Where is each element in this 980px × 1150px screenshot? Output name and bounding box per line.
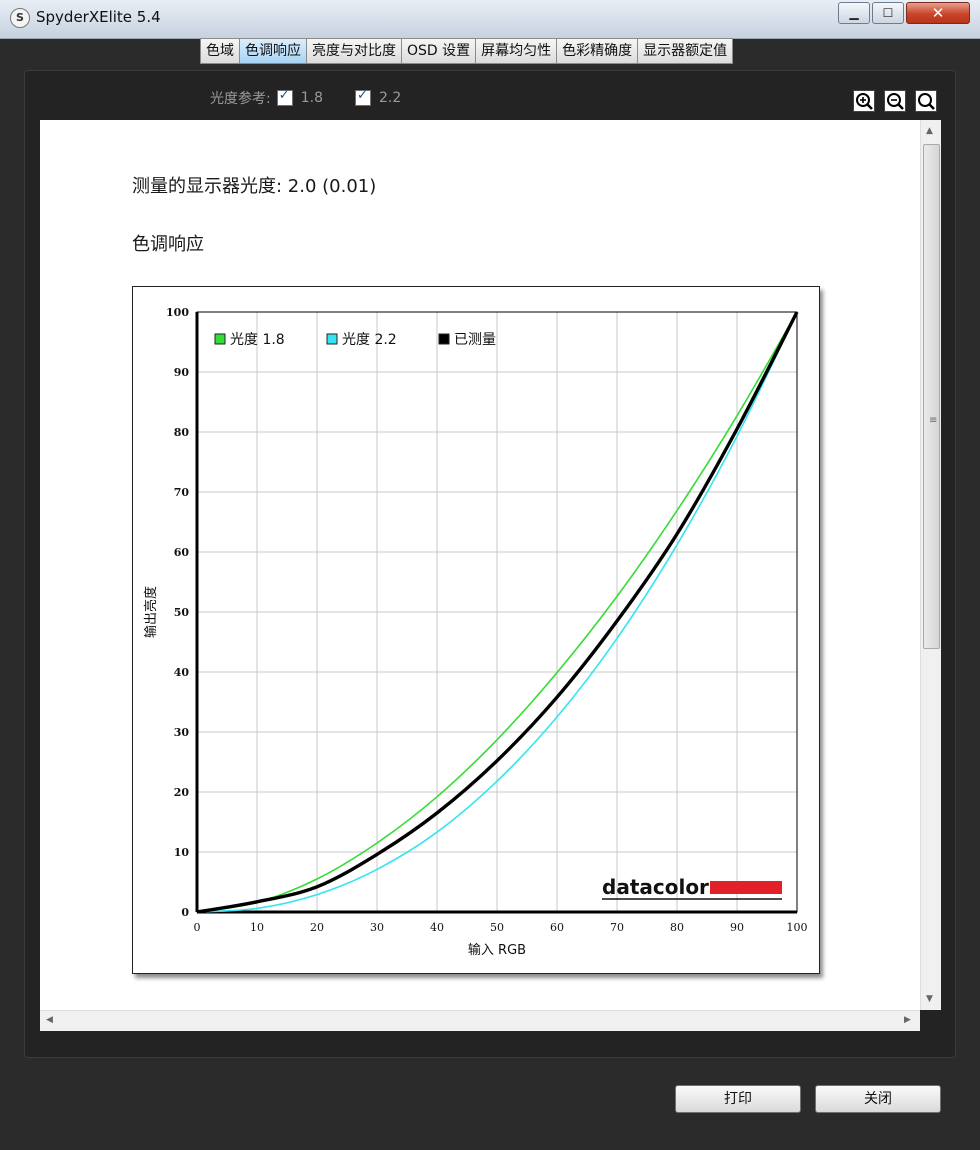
x-tick-label: 20 [310,921,324,934]
legend-swatch [438,333,450,345]
y-tick-label: 90 [174,366,190,379]
y-tick-label: 70 [174,486,190,499]
magnifier-icon [918,93,935,110]
tab-tone-response[interactable]: 色调响应 [239,38,307,64]
tone-response-chart: 0 10 20 30 40 50 60 70 80 90 100 0 10 20 30 40 50 60 70 80 9… [132,286,820,974]
close-window-button[interactable]: ✕ [906,2,970,24]
zoom-out-button[interactable] [884,90,906,112]
zoom-out-icon [887,93,904,110]
legend-label: 光度 1.8 [230,332,285,348]
datacolor-logo-text: datacolor [602,875,709,899]
x-tick-label: 60 [550,921,564,934]
x-tick-label: 80 [670,921,684,934]
minimize-button[interactable]: ▁ [838,2,870,24]
window-title: SpyderXElite 5.4 [36,8,161,26]
print-button[interactable]: 打印 [675,1085,801,1113]
gamma-1-8-label: 1.8 [300,90,323,106]
minimize-icon: ▁ [849,6,859,20]
chart-svg: 0 10 20 30 40 50 60 70 80 90 100 0 10 20 30 40 50 60 70 80 9… [143,306,808,958]
y-axis-label: 输出亮度 [143,586,159,638]
luminance-reference-label: 光度参考: [210,91,271,107]
maximize-icon: ☐ [882,6,894,20]
legend-swatch [326,333,338,345]
y-tick-label: 30 [174,726,190,739]
close-button[interactable]: 关闭 [815,1085,941,1113]
luminance-reference: 光度参考: 1.8 2.2 [210,88,427,108]
grip-icon: ≡ [929,415,938,426]
x-tick-label: 30 [370,921,384,934]
tab-uniformity[interactable]: 屏幕均匀性 [475,38,558,64]
tab-brightness-contrast[interactable]: 亮度与对比度 [306,38,402,64]
horizontal-scrollbar[interactable]: ◀ ▶ [40,1010,920,1031]
close-icon: ✕ [931,4,945,22]
x-tick-label: 70 [610,921,624,934]
tab-color-accuracy[interactable]: 色彩精确度 [556,38,639,64]
x-tick-label: 10 [250,921,264,934]
y-tick-label: 40 [174,666,190,679]
vertical-scrollbar[interactable]: ▲ ≡ ▼ [920,120,941,1010]
y-tick-label: 60 [174,546,190,559]
maximize-button[interactable]: ☐ [872,2,904,24]
gamma-2-2-label: 2.2 [378,90,402,106]
app-icon: S [10,8,30,28]
gamma-1-8-checkbox[interactable] [276,88,293,106]
legend-swatch [214,333,226,345]
y-tick-label: 80 [174,426,190,439]
scroll-down-icon[interactable]: ▼ [926,994,933,1004]
x-tick-label: 50 [490,921,504,934]
y-tick-label: 0 [181,906,189,919]
tab-display-rating[interactable]: 显示器额定值 [637,38,734,64]
x-tick-label: 0 [194,921,201,934]
zoom-reset-button[interactable] [915,90,937,112]
measured-gamma: 测量的显示器光度: 2.0 (0.01) [132,176,377,197]
zoom-in-icon [856,93,873,110]
y-tick-label: 50 [174,606,190,619]
scroll-up-icon[interactable]: ▲ [926,126,933,136]
title-bar: S SpyderXElite 5.4 ▁ ☐ ✕ [0,0,980,39]
datacolor-logo-bar [710,881,782,894]
x-tick-label: 40 [430,921,444,934]
scroll-right-icon[interactable]: ▶ [904,1015,911,1025]
gamma-2-2-checkbox[interactable] [354,88,371,106]
section-title: 色调响应 [132,234,204,255]
tab-gamut[interactable]: 色域 [200,38,240,64]
y-tick-label: 20 [174,786,190,799]
report-view: 测量的显示器光度: 2.0 (0.01) 色调响应 0 10 20 30 40 50 60 7… [40,120,920,1010]
y-tick-label: 10 [174,846,190,859]
zoom-in-button[interactable] [853,90,875,112]
x-tick-label: 90 [730,921,744,934]
vertical-scroll-thumb[interactable]: ≡ [923,144,940,649]
legend-label: 已测量 [454,332,496,348]
report-tabs: 色域 色调响应 亮度与对比度 OSD 设置 屏幕均匀性 色彩精确度 显示器额定值 [200,38,734,64]
scroll-left-icon[interactable]: ◀ [46,1015,53,1025]
y-tick-label: 100 [166,306,189,319]
x-tick-label: 100 [787,921,808,934]
legend-label: 光度 2.2 [342,332,397,348]
tab-osd-settings[interactable]: OSD 设置 [401,38,477,64]
x-axis-label: 输入 RGB [468,942,526,958]
